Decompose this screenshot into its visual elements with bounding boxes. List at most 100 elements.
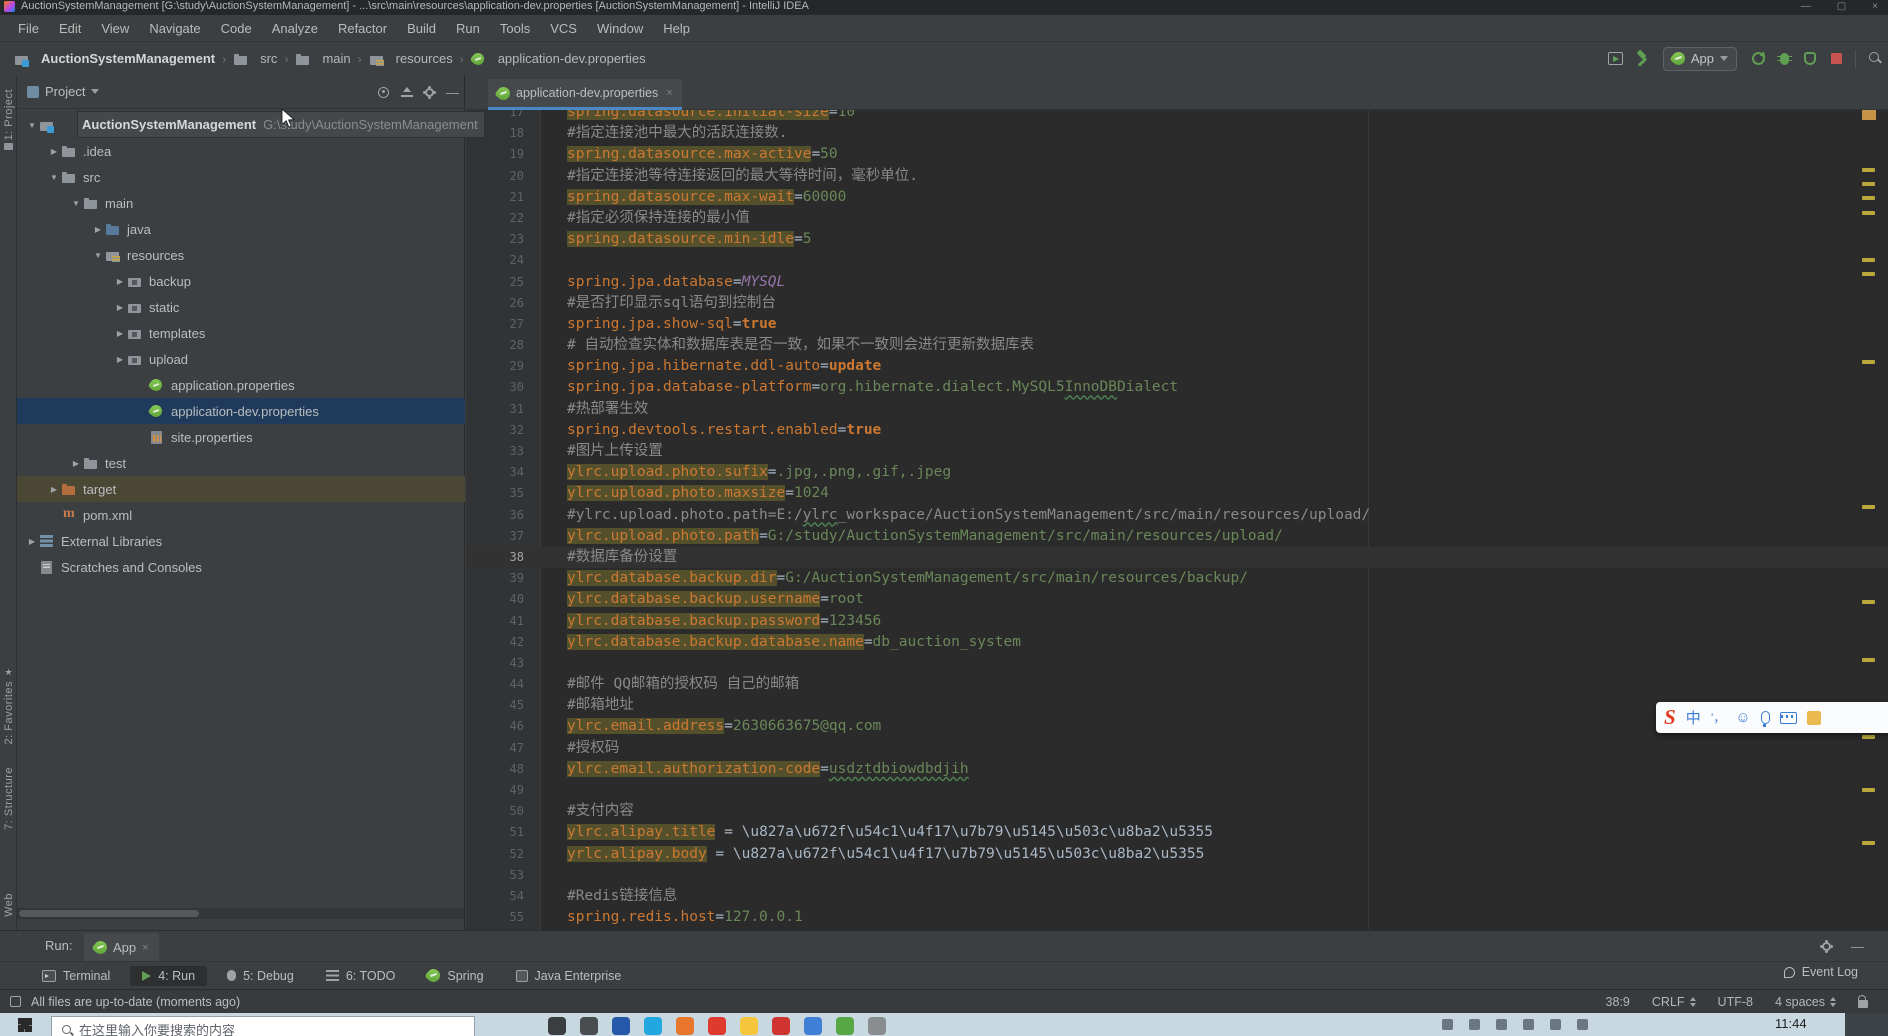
expand-arrow[interactable]: ▶ [113, 277, 127, 286]
code-line-17[interactable]: 17spring.datasource.initial-size=10 [466, 110, 1888, 123]
menu-run[interactable]: Run [446, 18, 490, 39]
close-button[interactable]: × [1872, 0, 1878, 13]
select-opened-file-icon[interactable] [378, 87, 389, 98]
error-stripe-mark[interactable] [1862, 272, 1875, 276]
lock-icon[interactable] [1858, 1000, 1868, 1008]
code-line-53[interactable]: 53 [466, 865, 1888, 886]
toolwindow-button-terminal[interactable]: Terminal [30, 966, 122, 986]
menu-tools[interactable]: Tools [490, 18, 540, 39]
run-settings-gear-icon[interactable] [1822, 942, 1831, 951]
menu-code[interactable]: Code [211, 18, 262, 39]
code-line-47[interactable]: 47#授权码 [466, 738, 1888, 759]
windows-search-box[interactable]: 在这里输入你要搜索的内容 [51, 1016, 475, 1036]
expand-arrow[interactable]: ▶ [113, 329, 127, 338]
taskbar-app-icon[interactable] [772, 1017, 790, 1035]
code-line-50[interactable]: 50#支付内容 [466, 801, 1888, 822]
close-run-tab-icon[interactable]: × [142, 942, 148, 954]
debug-button[interactable] [1771, 47, 1797, 71]
code-line-38[interactable]: 38#数据库备份设置 [466, 547, 1888, 568]
code-line-44[interactable]: 44#邮件 QQ邮箱的授权码 自己的邮箱 [466, 674, 1888, 695]
expand-arrow[interactable]: ▼ [69, 199, 83, 208]
menu-file[interactable]: File [8, 18, 49, 39]
menu-view[interactable]: View [91, 18, 139, 39]
editor-tab-application-dev-properties[interactable]: application-dev.properties × [488, 79, 682, 110]
taskbar-app-icon[interactable] [804, 1017, 822, 1035]
stripe-favorites-button[interactable]: ★ 2: Favorites [0, 667, 17, 744]
code-line-33[interactable]: 33#图片上传设置 [466, 441, 1888, 462]
code-line-27[interactable]: 27spring.jpa.show-sql=true [466, 314, 1888, 335]
ime-punctuation[interactable]: ’， [1711, 709, 1726, 726]
event-log-button[interactable]: Event Log [1784, 965, 1858, 979]
search-everywhere-button[interactable] [1862, 47, 1888, 71]
menu-refactor[interactable]: Refactor [328, 18, 397, 39]
code-line-40[interactable]: 40ylrc.database.backup.username=root [466, 589, 1888, 610]
expand-arrow[interactable]: ▶ [47, 485, 61, 494]
code-line-32[interactable]: 32spring.devtools.restart.enabled=true [466, 420, 1888, 441]
code-line-51[interactable]: 51ylrc.alipay.title = \u827a\u672f\u54c1… [466, 822, 1888, 843]
chevron-down-icon[interactable] [91, 89, 99, 94]
microphone-icon[interactable] [1761, 711, 1770, 724]
file-encoding-select[interactable]: UTF-8 [1718, 995, 1753, 1009]
expand-arrow[interactable]: ▼ [25, 121, 39, 130]
ime-emoji[interactable]: ☺ [1735, 709, 1750, 726]
tree-item-templates[interactable]: ▶templates [17, 320, 465, 346]
editor-area[interactable]: 17spring.datasource.initial-size=1018#指定… [466, 110, 1888, 930]
error-stripe-mark[interactable] [1862, 182, 1875, 186]
error-stripe-mark[interactable] [1862, 360, 1875, 364]
expand-arrow[interactable]: ▶ [91, 225, 105, 234]
tree-item-upload[interactable]: ▶upload [17, 346, 465, 372]
keyboard-icon[interactable] [1780, 712, 1797, 724]
taskbar-app-icon[interactable] [612, 1017, 630, 1035]
tree-item-site-properties[interactable]: site.properties [17, 424, 465, 450]
indent-select[interactable]: 4 spaces [1775, 995, 1836, 1009]
taskbar-app-icon[interactable] [548, 1017, 566, 1035]
toolwindow-button-5-debug[interactable]: 5: Debug [215, 966, 306, 986]
error-stripe-mark[interactable] [1862, 168, 1875, 172]
tree-item-pom-xml[interactable]: pom.xml [17, 502, 465, 528]
code-line-35[interactable]: 35ylrc.upload.photo.maxsize=1024 [466, 483, 1888, 504]
ime-chinese-mode[interactable]: 中 [1686, 707, 1701, 728]
code-line-31[interactable]: 31#热部署生效 [466, 399, 1888, 420]
code-line-30[interactable]: 30spring.jpa.database-platform=org.hiber… [466, 377, 1888, 398]
taskbar-app-icon[interactable] [708, 1017, 726, 1035]
stripe-structure-button[interactable]: 7: Structure [0, 767, 17, 830]
collapse-all-icon[interactable] [401, 87, 413, 97]
tree-item-target[interactable]: ▶target [17, 476, 465, 502]
expand-arrow[interactable]: ▶ [113, 303, 127, 312]
code-line-43[interactable]: 43 [466, 653, 1888, 674]
toolwindow-button-6-todo[interactable]: 6: TODO [314, 966, 408, 986]
tree-item-main[interactable]: ▼main [17, 190, 465, 216]
menu-help[interactable]: Help [653, 18, 700, 39]
build-button[interactable] [1629, 47, 1655, 71]
toolwindow-button-4-run[interactable]: 4: Run [130, 966, 207, 986]
tree-item-resources[interactable]: ▼resources [17, 242, 465, 268]
code-line-48[interactable]: 48ylrc.email.authorization-code=usdztdbi… [466, 759, 1888, 780]
error-stripe-mark[interactable] [1862, 735, 1875, 739]
breadcrumb-item-main[interactable]: main [295, 51, 350, 66]
code-line-23[interactable]: 23spring.datasource.min-idle=5 [466, 229, 1888, 250]
error-stripe-mark[interactable] [1862, 841, 1875, 845]
menu-analyze[interactable]: Analyze [262, 18, 328, 39]
taskbar-app-icon[interactable] [676, 1017, 694, 1035]
taskbar-app-icon[interactable] [740, 1017, 758, 1035]
error-stripe-mark[interactable] [1862, 211, 1875, 215]
expand-arrow[interactable]: ▼ [91, 251, 105, 260]
error-stripe-mark[interactable] [1862, 788, 1875, 792]
tree-item-src[interactable]: ▼src [17, 164, 465, 190]
taskbar-app-icon[interactable] [868, 1017, 886, 1035]
project-horizontal-scrollbar[interactable] [17, 908, 464, 919]
ime-skin-icon[interactable] [1807, 711, 1821, 725]
gear-icon[interactable] [425, 88, 434, 97]
run-tab-app[interactable]: App × [84, 933, 159, 962]
ime-toolbar[interactable]: S 中 ’， ☺ [1656, 702, 1888, 733]
code-line-49[interactable]: 49 [466, 780, 1888, 801]
tree-item-java[interactable]: ▶java [17, 216, 465, 242]
code-line-54[interactable]: 54#Redis链接信息 [466, 886, 1888, 907]
error-stripe-mark[interactable] [1862, 258, 1875, 262]
code-line-34[interactable]: 34ylrc.upload.photo.sufix=.jpg,.png,.gif… [466, 462, 1888, 483]
error-stripe-mark[interactable] [1862, 658, 1875, 662]
breadcrumb-item-resources[interactable]: resources [369, 51, 453, 66]
error-stripe-mark[interactable] [1862, 505, 1875, 509]
show-run-window-button[interactable] [1603, 47, 1629, 71]
coverage-button[interactable] [1797, 47, 1823, 71]
